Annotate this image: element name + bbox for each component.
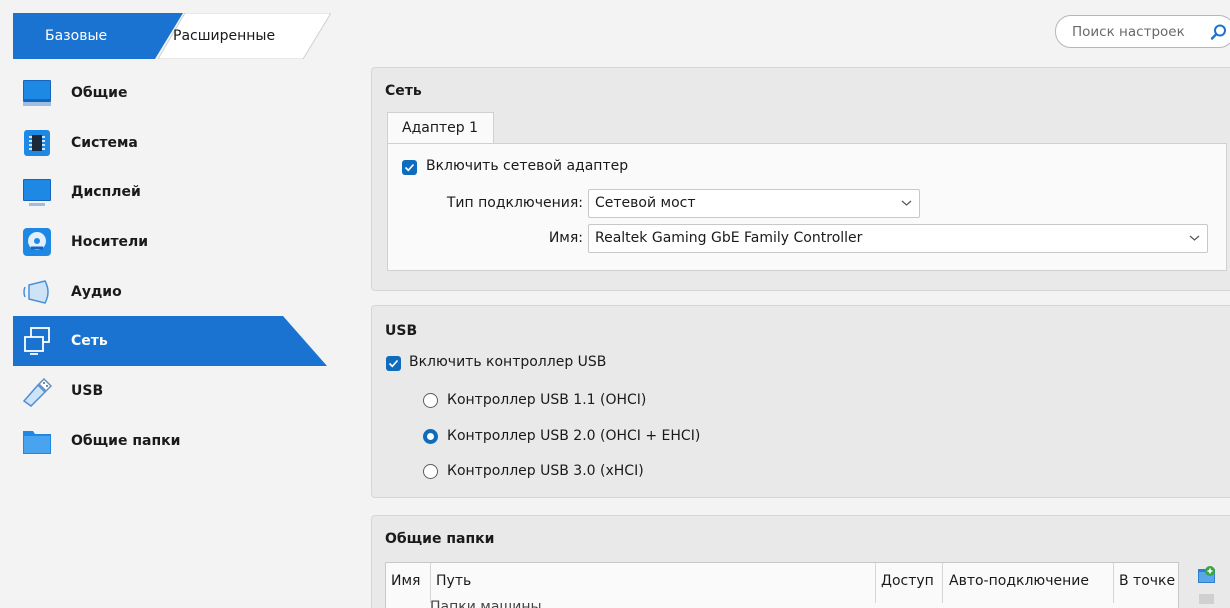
audio-speaker-icon: [23, 279, 49, 304]
sidebar-item-label: Носители: [71, 234, 149, 251]
adapter-name-value: Realtek Gaming GbE Family Controller: [595, 230, 863, 246]
column-separator: [875, 563, 876, 603]
selection-highlight: [13, 316, 327, 367]
column-header-auto-mount[interactable]: Авто-подключение: [949, 573, 1089, 589]
usb-2-0-label: Контроллер USB 2.0 (OHCI + EHCI): [447, 428, 701, 444]
mode-tabs: Базовые Расширенные: [13, 13, 331, 59]
sidebar-item-system[interactable]: Система: [13, 118, 343, 168]
sidebar-item-label: Общие: [71, 85, 128, 101]
usb-panel: USB Включить контроллер USB Контроллер U…: [371, 305, 1230, 498]
shared-folder-icon: [23, 430, 51, 454]
enable-adapter-checkbox[interactable]: [402, 160, 417, 175]
usb-1-1-label: Контроллер USB 1.1 (OHCI): [447, 392, 647, 408]
table-row[interactable]: Папки машины: [430, 599, 542, 608]
usb-plug-icon: [22, 378, 53, 408]
network-panel: Сеть Адаптер 1 Включить сетевой адаптер …: [371, 67, 1230, 291]
display-monitor-icon: [23, 179, 51, 207]
tab-expert[interactable]: Расширенные: [173, 28, 275, 44]
usb-3-0-label: Контроллер USB 3.0 (xHCI): [447, 463, 644, 479]
column-header-access[interactable]: Доступ: [881, 573, 934, 589]
adapter-tab-label: Адаптер 1: [402, 120, 479, 136]
column-header-name[interactable]: Имя: [391, 573, 420, 589]
remove-folder-icon[interactable]: [1196, 592, 1218, 604]
network-icon: [24, 327, 50, 356]
sidebar-item-label: Система: [71, 134, 138, 151]
enable-adapter-label: Включить сетевой адаптер: [426, 158, 629, 174]
checkmark-icon: [404, 163, 415, 172]
search-input[interactable]: [1072, 22, 1202, 42]
sidebar-item-shared-folders[interactable]: Общие папки: [13, 416, 343, 466]
search-icon[interactable]: [1210, 23, 1228, 41]
sidebar-item-label: Общие папки: [71, 432, 181, 449]
sidebar-item-display[interactable]: Дисплей: [13, 167, 343, 217]
attach-type-select[interactable]: Сетевой мост: [588, 189, 920, 218]
sidebar-item-label: Сеть: [71, 333, 108, 350]
shared-folders-panel: Общие папки Имя Путь Доступ Авто-подключ…: [371, 515, 1230, 608]
chevron-down-icon: [901, 200, 912, 206]
sidebar-item-label: Дисплей: [71, 184, 141, 201]
column-header-path[interactable]: Путь: [436, 573, 471, 589]
sidebar-item-storage[interactable]: Носители: [13, 217, 343, 267]
sidebar-item-label: Аудио: [71, 283, 122, 300]
checkmark-icon: [388, 359, 399, 368]
sidebar-item-usb[interactable]: USB: [13, 366, 343, 416]
system-chip-icon: [24, 129, 50, 156]
sidebar-item-general[interactable]: Общие: [13, 68, 343, 118]
adapter-name-label: Имя:: [548, 230, 583, 246]
storage-disc-icon: [23, 228, 51, 257]
shared-folders-table[interactable]: Имя Путь Доступ Авто-подключение В точке…: [385, 562, 1179, 608]
column-separator: [430, 563, 431, 603]
enable-usb-checkbox[interactable]: [386, 356, 401, 371]
adapter-name-select[interactable]: Realtek Gaming GbE Family Controller: [588, 224, 1208, 253]
add-folder-icon[interactable]: [1196, 564, 1218, 586]
attach-type-value: Сетевой мост: [595, 195, 696, 211]
sidebar-item-label: USB: [71, 383, 104, 400]
usb-1-1-radio[interactable]: [423, 393, 438, 408]
shared-folders-title: Общие папки: [385, 531, 495, 547]
tab-adapter-1[interactable]: Адаптер 1: [387, 112, 494, 144]
column-header-mount-point[interactable]: В точке: [1119, 573, 1175, 589]
column-separator: [942, 563, 943, 603]
tab-basic[interactable]: Базовые: [45, 28, 107, 44]
enable-usb-label: Включить контроллер USB: [409, 354, 607, 370]
settings-sidebar: Общие Система Дисплей Носители Аудио Сет…: [13, 68, 343, 466]
sidebar-item-audio[interactable]: Аудио: [13, 267, 343, 317]
column-separator: [1113, 563, 1114, 603]
attach-type-label: Тип подключения:: [446, 195, 583, 211]
chevron-down-icon: [1189, 235, 1200, 241]
sidebar-item-network[interactable]: Сеть: [13, 316, 343, 367]
general-icon: [23, 80, 51, 106]
usb-title: USB: [385, 323, 418, 339]
network-title: Сеть: [385, 83, 422, 99]
usb-3-0-radio[interactable]: [423, 464, 438, 479]
adapter-settings: Включить сетевой адаптер Тип подключения…: [387, 143, 1227, 271]
search-box[interactable]: [1055, 15, 1230, 48]
usb-2-0-radio[interactable]: [423, 429, 438, 444]
